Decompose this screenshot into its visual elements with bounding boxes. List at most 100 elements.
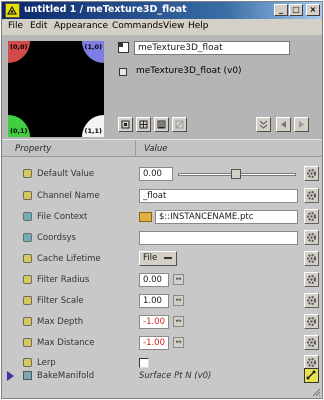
manifold-param-icon	[23, 371, 32, 380]
param-row-max-depth: Max Depth -1.00 ↔	[2, 312, 322, 332]
menu-file[interactable]: File	[8, 21, 23, 31]
collapse-icon	[259, 120, 268, 129]
gear-icon[interactable]	[304, 251, 319, 266]
file-context-input[interactable]: $::INSTANCENAME.ptc	[155, 210, 298, 224]
gear-icon[interactable]	[304, 230, 319, 245]
param-label: Coordsys	[37, 233, 76, 243]
param-row-channel-name: Channel Name _float	[2, 186, 322, 206]
parameter-list: Default Value 0.00 Channel Name _float F…	[2, 157, 322, 385]
menu-bar: File Edit Appearance Commands View Help	[2, 19, 322, 35]
expand-arrow-icon[interactable]	[7, 371, 14, 381]
default-value-slider-thumb[interactable]	[231, 169, 241, 179]
menu-edit[interactable]: Edit	[30, 21, 47, 31]
float-param-icon	[23, 275, 32, 284]
filter-radius-input[interactable]: 0.00	[139, 273, 169, 287]
resize-grip-icon[interactable]	[311, 387, 321, 397]
corner-label-bottom-right: (1,1)	[84, 127, 102, 135]
back-icon	[281, 121, 286, 128]
string-param-icon	[23, 191, 32, 200]
window-title: untitled 1 / meTexture3D_float	[24, 4, 187, 15]
toolbar-back-button[interactable]	[276, 117, 291, 132]
gear-icon[interactable]	[304, 188, 319, 203]
texture-preview[interactable]: (0,0) (1,0) (0,1) (1,1)	[8, 41, 104, 137]
connection-icon[interactable]	[304, 368, 319, 383]
param-label: Cache Lifetime	[37, 254, 101, 264]
preview-icon	[121, 120, 130, 129]
gear-icon[interactable]	[304, 272, 319, 287]
param-label: Filter Scale	[37, 296, 84, 306]
corner-label-bottom-left: (0,1)	[10, 127, 28, 135]
folder-icon[interactable]	[139, 212, 152, 222]
param-row-file-context: File Context $::INSTANCENAME.ptc	[2, 207, 322, 227]
menu-help[interactable]: Help	[188, 21, 209, 31]
maximize-button[interactable]: □	[289, 4, 303, 16]
title-bar[interactable]: untitled 1 / meTexture3D_float _ □ ×	[2, 2, 322, 19]
param-row-cache-lifetime: Cache Lifetime File	[2, 249, 322, 269]
float-param-icon	[23, 317, 32, 326]
stepper-icon[interactable]: ↔	[173, 316, 184, 327]
param-label: Max Depth	[37, 317, 84, 327]
corner-label-top-left: (0,0)	[10, 43, 28, 51]
gear-icon[interactable]	[304, 293, 319, 308]
gear-icon[interactable]	[304, 314, 319, 329]
float-param-icon	[23, 169, 32, 178]
toolbar-list-button[interactable]	[154, 117, 169, 132]
param-row-coordsys: Coordsys	[2, 228, 322, 248]
param-row-filter-scale: Filter Scale 1.00 ↔	[2, 291, 322, 311]
param-label: BakeManifold	[37, 371, 95, 381]
param-row-default-value: Default Value 0.00	[2, 164, 322, 184]
max-distance-input[interactable]: -1.00	[139, 336, 169, 350]
minimize-button[interactable]: _	[274, 4, 288, 16]
toolbar-collapse-button[interactable]	[256, 117, 271, 132]
param-label: Filter Radius	[37, 275, 90, 285]
app-window: untitled 1 / meTexture3D_float _ □ × Fil…	[1, 1, 323, 399]
float-param-icon	[23, 296, 32, 305]
coordsys-input[interactable]	[139, 231, 298, 245]
header-property: Property	[15, 144, 52, 154]
output-icon	[119, 68, 127, 76]
float-param-icon	[23, 338, 32, 347]
property-header: Property Value	[2, 139, 322, 157]
param-label: Default Value	[37, 169, 95, 179]
node-type-icon[interactable]	[118, 42, 129, 53]
default-value-input[interactable]: 0.00	[139, 167, 173, 181]
string-param-icon	[23, 233, 32, 242]
gear-icon[interactable]	[304, 166, 319, 181]
max-depth-input[interactable]: -1.00	[139, 315, 169, 329]
menu-appearance[interactable]: Appearance	[54, 21, 108, 31]
close-button[interactable]: ×	[306, 4, 320, 16]
node-name-input[interactable]: meTexture3D_float	[134, 41, 290, 55]
string-param-icon	[23, 212, 32, 221]
string-param-icon	[23, 254, 32, 263]
toolbar-grid-button[interactable]	[136, 117, 151, 132]
forward-icon	[299, 121, 304, 128]
stepper-icon[interactable]: ↔	[173, 295, 184, 306]
bake-manifold-value: Surface Pt N (v0)	[139, 371, 212, 381]
gear-icon[interactable]	[304, 209, 319, 224]
disabled-icon	[175, 120, 184, 129]
corner-label-top-right: (1,0)	[84, 43, 102, 51]
menu-view[interactable]: View	[163, 21, 184, 31]
filter-scale-input[interactable]: 1.00	[139, 294, 169, 308]
param-label: Max Distance	[37, 338, 95, 348]
stepper-icon[interactable]: ↔	[173, 274, 184, 285]
list-icon	[157, 120, 166, 129]
param-row-max-distance: Max Distance -1.00 ↔	[2, 333, 322, 353]
param-row-filter-radius: Filter Radius 0.00 ↔	[2, 270, 322, 290]
menu-commands[interactable]: Commands	[112, 21, 163, 31]
gear-icon[interactable]	[304, 335, 319, 350]
cache-lifetime-dropdown[interactable]: File	[139, 251, 177, 266]
toolbar-disabled-button[interactable]	[172, 117, 187, 132]
param-label: File Context	[37, 212, 88, 222]
param-row-bake-manifold: BakeManifold Surface Pt N (v0)	[2, 366, 322, 386]
output-label: meTexture3D_float (v0)	[136, 66, 242, 76]
channel-name-input[interactable]: _float	[139, 189, 298, 203]
toolbar-preview-button[interactable]	[118, 117, 133, 132]
app-icon	[5, 3, 20, 18]
stepper-icon[interactable]: ↔	[173, 337, 184, 348]
grid-icon	[139, 120, 148, 129]
status-strip	[2, 385, 322, 398]
toolbar-forward-button[interactable]	[294, 117, 309, 132]
header-divider[interactable]	[135, 140, 136, 157]
header-value: Value	[144, 144, 168, 154]
